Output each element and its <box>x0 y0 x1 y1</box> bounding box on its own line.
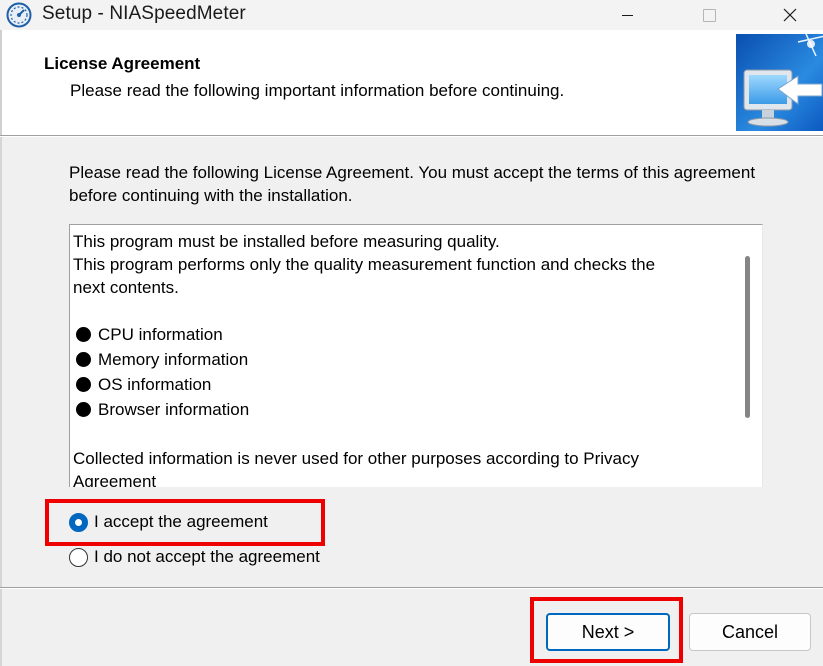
minimize-button[interactable] <box>604 0 650 30</box>
bullet-label: OS information <box>98 375 212 394</box>
radio-unselected-icon[interactable] <box>69 547 88 567</box>
cancel-button[interactable]: Cancel <box>689 613 811 651</box>
bullet-item: OS information <box>73 372 737 397</box>
wizard-header: License Agreement Please read the follow… <box>0 30 823 135</box>
accept-highlight-box <box>45 499 325 546</box>
license-line: This program performs only the quality m… <box>73 255 656 274</box>
license-line: Collected information is never used for … <box>73 449 640 468</box>
footer-divider-highlight <box>0 588 823 589</box>
next-highlight-box <box>530 597 683 663</box>
scrollbar-thumb[interactable] <box>745 256 750 418</box>
license-content: This program must be installed before me… <box>73 230 737 487</box>
reject-radio-label[interactable]: I do not accept the agreement <box>94 547 320 567</box>
close-button[interactable] <box>767 0 813 30</box>
instructions-text: Please read the following License Agreem… <box>69 163 756 205</box>
header-divider-highlight <box>0 136 823 137</box>
license-line: next contents. <box>73 278 179 297</box>
page-subtitle: Please read the following important info… <box>70 81 565 100</box>
window-title: Setup - NIASpeedMeter <box>42 3 246 24</box>
bullet-label: Memory information <box>98 350 249 369</box>
license-line: This program must be installed before me… <box>73 232 500 251</box>
speedometer-icon <box>6 2 32 28</box>
license-line: Agreement <box>73 472 157 487</box>
title-bar: Setup - NIASpeedMeter <box>0 0 823 30</box>
bullet-item: Browser information <box>73 397 737 422</box>
maximize-icon <box>702 8 716 22</box>
maximize-button[interactable] <box>686 0 732 30</box>
bullet-icon <box>76 402 91 417</box>
page-title: License Agreement <box>44 54 201 73</box>
bullet-label: CPU information <box>98 325 223 344</box>
bullet-icon <box>76 327 91 342</box>
reject-radio-option[interactable]: I do not accept the agreement <box>69 547 320 567</box>
bullet-icon <box>76 352 91 367</box>
bullet-item: CPU information <box>73 322 737 347</box>
bullet-icon <box>76 377 91 392</box>
license-footer: Collected information is never used for … <box>73 447 737 487</box>
wizard-computer-icon <box>736 34 823 131</box>
bullet-label: Browser information <box>98 400 250 419</box>
minimize-icon <box>621 14 633 16</box>
license-text-box[interactable]: This program must be installed before me… <box>69 224 763 487</box>
close-icon <box>783 8 797 22</box>
bullet-item: Memory information <box>73 347 737 372</box>
license-bullet-list: CPU information Memory information OS in… <box>73 322 737 422</box>
